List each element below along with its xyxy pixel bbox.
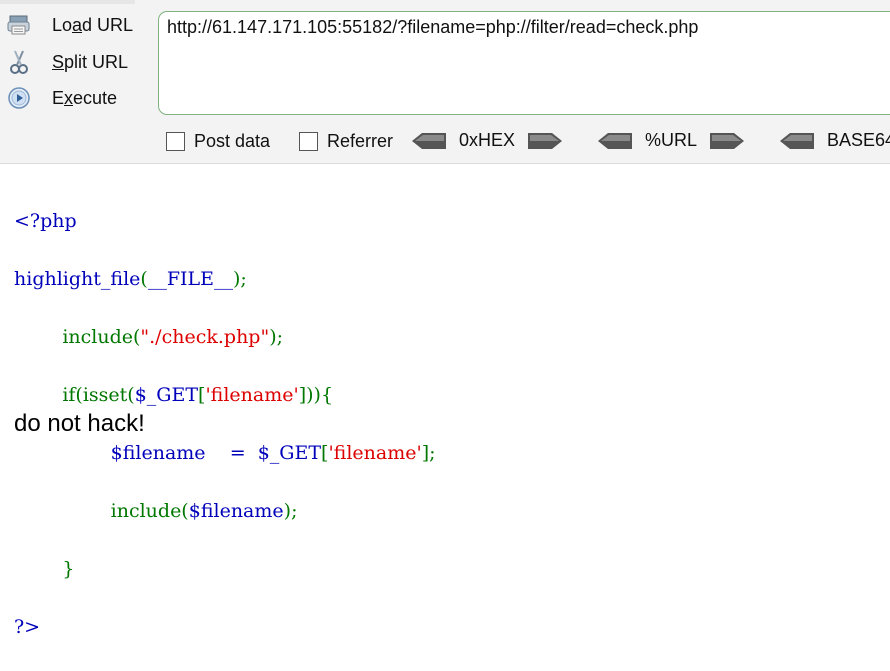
code-line-highlight-file: highlight_file(__FILE__); (14, 268, 247, 290)
referrer-label: Referrer (327, 131, 394, 151)
code-line-if-isset: if(isset($_GET['filename'])){ (14, 384, 334, 406)
toolbar-tab-strip (0, 0, 135, 4)
referrer-checkbox-box[interactable] (299, 132, 318, 151)
page-output-text: do not hack! (14, 410, 145, 437)
base64-decode-arrow-icon[interactable] (780, 132, 814, 150)
execute-button[interactable]: Execute (4, 83, 144, 113)
hackbar-toolbar: Load URL Split URL Execute http://61.147… (0, 0, 890, 164)
split-url-button[interactable]: Split URL (4, 47, 144, 77)
load-url-label: Load URL (52, 14, 134, 35)
execute-icon (4, 83, 34, 113)
code-line-assign: $filename = $_GET['filename']; (14, 442, 436, 464)
post-data-checkbox-box[interactable] (166, 132, 185, 151)
base64-encoder: BASE64 (780, 130, 890, 151)
base64-encoder-label: BASE64 (827, 130, 890, 150)
hex-encoder: 0xHEX (412, 130, 563, 151)
url-encoder: %URL (598, 130, 745, 151)
url-encoder-label: %URL (645, 130, 698, 150)
referrer-checkbox[interactable]: Referrer (299, 131, 393, 152)
hex-encode-arrow-icon[interactable] (528, 132, 563, 150)
post-data-checkbox[interactable]: Post data (166, 131, 270, 152)
code-line-open-tag: <?php (14, 210, 77, 232)
code-line-include-filename: include($filename); (14, 500, 298, 522)
split-url-icon (4, 47, 34, 77)
hex-encoder-label: 0xHEX (459, 130, 516, 150)
url-input[interactable]: http://61.147.171.105:55182/?filename=ph… (158, 11, 890, 115)
load-url-icon (4, 10, 34, 40)
load-url-button[interactable]: Load URL (4, 10, 144, 40)
code-line-include: include("./check.php"); (14, 326, 284, 348)
split-url-label: Split URL (52, 51, 129, 72)
code-line-close-brace: } (14, 558, 75, 580)
execute-label: Execute (52, 87, 118, 108)
post-data-label: Post data (194, 131, 271, 151)
code-line-close-tag: ?> (14, 616, 41, 638)
url-input-value: http://61.147.171.105:55182/?filename=ph… (167, 17, 699, 37)
url-decode-arrow-icon[interactable] (598, 132, 632, 150)
hex-decode-arrow-icon[interactable] (412, 132, 446, 150)
url-encode-arrow-icon[interactable] (710, 132, 745, 150)
